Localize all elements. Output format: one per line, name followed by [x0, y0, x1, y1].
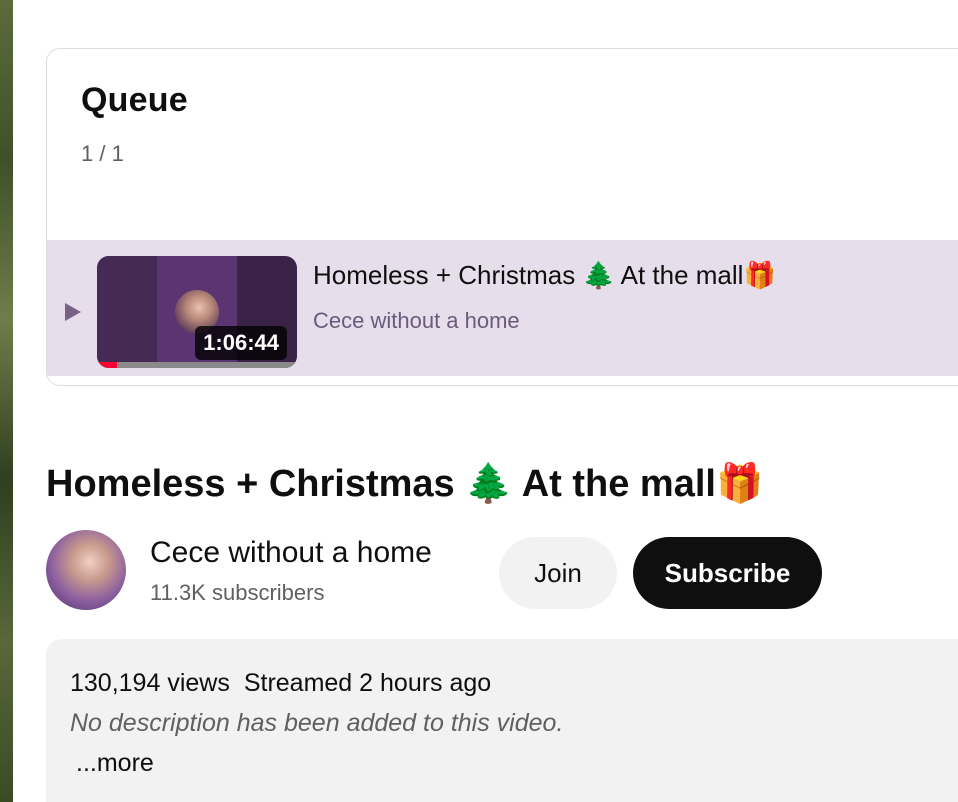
subscribe-button[interactable]: Subscribe: [633, 537, 822, 609]
description-box[interactable]: 130,194 views Streamed 2 hours ago No des…: [46, 639, 958, 802]
duration-badge: 1:06:44: [195, 326, 287, 360]
queue-item-thumbnail[interactable]: 1:06:44: [97, 256, 297, 368]
queue-item[interactable]: 1:06:44 Homeless + Christmas 🌲 At the ma…: [47, 240, 958, 376]
subscriber-count: 11.3K subscribers: [150, 580, 325, 605]
watch-progress-fill: [97, 362, 117, 368]
play-indicator-icon: [65, 303, 81, 321]
queue-panel: Queue 1 / 1 1:06:44 Homeless + Christmas…: [46, 48, 958, 386]
queue-count: 1 / 1: [81, 141, 124, 166]
more-link[interactable]: ...more: [76, 749, 154, 778]
join-button[interactable]: Join: [499, 537, 617, 609]
watch-progress-track: [97, 362, 297, 368]
queue-item-channel[interactable]: Cece without a home: [313, 308, 520, 334]
queue-title: Queue: [81, 81, 188, 119]
description-stats: 130,194 views Streamed 2 hours ago: [70, 669, 491, 698]
view-count: 130,194 views: [70, 669, 230, 697]
queue-item-title[interactable]: Homeless + Christmas 🌲 At the mall🎁: [313, 260, 776, 291]
video-title: Homeless + Christmas 🌲 At the mall🎁: [46, 463, 764, 505]
stream-date: Streamed 2 hours ago: [243, 669, 492, 697]
description-text: No description has been added to this vi…: [70, 709, 564, 737]
channel-avatar[interactable]: [46, 530, 126, 610]
background-edge: [0, 0, 13, 802]
channel-name[interactable]: Cece without a home: [150, 536, 432, 570]
thumbnail-panel-left: [97, 256, 157, 368]
